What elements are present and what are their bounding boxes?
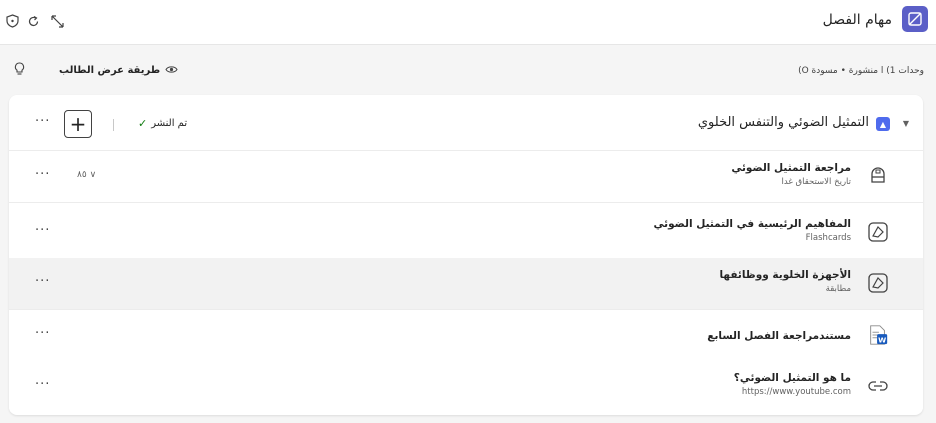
svg-text:W: W	[878, 335, 886, 344]
assignment-icon	[867, 165, 889, 187]
list-item[interactable]: المفاهيم الرئيسية في التمثيل الضوئي Flas…	[9, 207, 923, 259]
item-more-button[interactable]: ···	[35, 223, 50, 238]
row-text: المفاهيم الرئيسية في التمثيل الضوئي Flas…	[654, 218, 852, 243]
section-icon: ▲	[876, 117, 890, 131]
row-text: مستندمراجعة الفصل السابع	[707, 330, 851, 342]
student-view-button[interactable]: طريقة عرض الطالب	[59, 65, 178, 77]
chevron-down-icon: ∨	[89, 170, 97, 180]
item-title: مراجعة التمثيل الضوئي	[731, 162, 851, 174]
section-title: التمثيل الضوئي والتنفس الخلوي	[697, 115, 869, 130]
item-title: مستندمراجعة الفصل السابع	[707, 330, 851, 342]
row-text: الأجهزة الخلوية ووظائفها مطابقة	[719, 269, 851, 294]
app-logo-icon	[902, 6, 928, 32]
section-more-button[interactable]: ···	[35, 114, 50, 129]
item-subtitle: مطابقة	[825, 284, 851, 294]
item-subtitle: Flashcards	[805, 233, 851, 243]
student-view-label: طريقة عرض الطالب	[59, 65, 161, 76]
row-text: مراجعة التمثيل الضوئي تاريخ الاستحقاق غد…	[731, 162, 851, 187]
section-header: ▼ ▲ التمثيل الضوئي والتنفس الخلوي تم الن…	[9, 95, 923, 151]
section-card: ▼ ▲ التمثيل الضوئي والتنفس الخلوي تم الن…	[9, 95, 923, 415]
learning-activity-icon	[867, 272, 889, 294]
item-subtitle: تاريخ الاستحقاق غدا	[781, 177, 851, 187]
item-title: ما هو التمثيل الضوئي؟	[733, 372, 851, 384]
link-icon	[867, 375, 889, 397]
shield-icon[interactable]	[2, 11, 22, 31]
add-item-button[interactable]: +	[64, 110, 92, 138]
list-item[interactable]: W مستندمراجعة الفصل السابع ···	[9, 310, 923, 362]
list-item[interactable]: الأجهزة الخلوية ووظائفها مطابقة ···	[9, 258, 923, 310]
item-more-button[interactable]: ···	[35, 326, 50, 341]
checkmark-icon: ✓	[138, 117, 148, 130]
eye-icon	[165, 65, 178, 77]
item-more-button[interactable]: ···	[35, 377, 50, 392]
list-item[interactable]: ما هو التمثيل الضوئي؟ https://www.youtub…	[9, 361, 923, 412]
item-title: المفاهيم الرئيسية في التمثيل الضوئي	[653, 218, 852, 230]
list-item[interactable]: مراجعة التمثيل الضوئي تاريخ الاستحقاق غد…	[9, 151, 923, 203]
item-subtitle: https://www.youtube.com	[741, 387, 851, 397]
word-document-icon: W	[867, 324, 889, 346]
points-dropdown[interactable]: ٨٥ ∨	[77, 170, 96, 180]
row-text: ما هو التمثيل الضوئي؟ https://www.youtub…	[734, 372, 851, 397]
learning-activity-icon	[867, 221, 889, 243]
item-title: الأجهزة الخلوية ووظائفها	[719, 269, 851, 281]
app-title: مهام الفصل	[822, 12, 892, 28]
divider	[113, 119, 114, 131]
expand-icon[interactable]	[47, 11, 67, 31]
sub-bar: طريقة عرض الطالب وحدات 1) ا منشورة • مسو…	[0, 56, 936, 88]
lightbulb-icon[interactable]	[14, 62, 25, 79]
points-value: ٨٥	[77, 170, 87, 180]
collapse-caret-icon[interactable]: ▼	[903, 119, 909, 128]
published-status[interactable]: تم النشر ✓	[138, 117, 187, 130]
item-more-button[interactable]: ···	[35, 167, 50, 182]
refresh-icon[interactable]	[23, 11, 43, 31]
top-bar: مهام الفصل	[0, 0, 936, 45]
published-label: تم النشر	[151, 118, 188, 129]
units-status: وحدات 1) ا منشورة • مسودة O)	[798, 66, 924, 76]
item-more-button[interactable]: ···	[35, 274, 50, 289]
